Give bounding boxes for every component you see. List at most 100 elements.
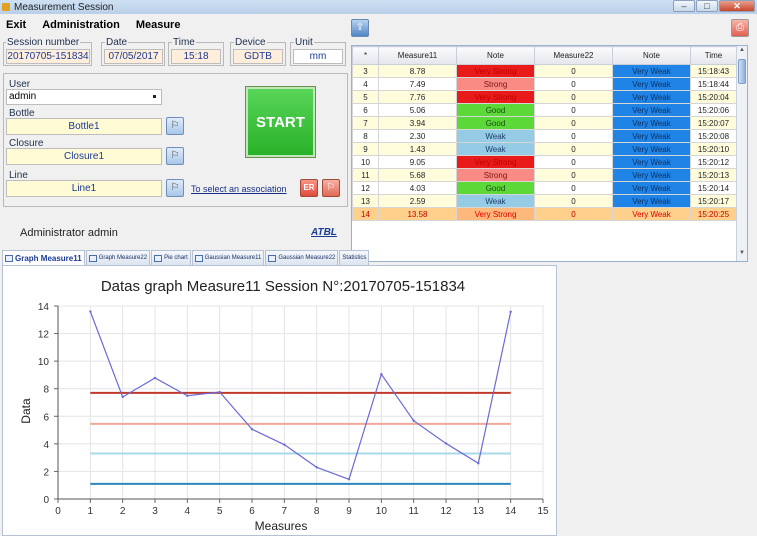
tab-statistics[interactable]: Statistics (339, 250, 370, 265)
table-row[interactable]: 10 9.05 Very Strong 0 Very Weak 15:20:12 (352, 155, 737, 169)
table-scrollbar[interactable]: ▲ ▼ (736, 46, 747, 261)
data-point (347, 478, 351, 481)
header-index[interactable]: * (352, 46, 379, 65)
menu-exit[interactable]: Exit (6, 19, 26, 31)
x-tick-label: 9 (346, 506, 352, 517)
closure-select-button[interactable]: ⚐ (166, 147, 184, 165)
table-row[interactable]: 8 2.30 Weak 0 Very Weak 15:20:08 (352, 129, 737, 143)
graph-tabs: Graph Measure11 Graph Measure22 Pie char… (2, 250, 370, 266)
unit-label: Unit (294, 37, 314, 48)
table-row[interactable]: 3 8.78 Very Strong 0 Very Weak 15:18:43 (352, 64, 737, 78)
y-axis-label: Data (19, 398, 33, 424)
chart-panel: Datas graph Measure11 Session N°:2017070… (2, 265, 557, 536)
measure22-cell: 0 (534, 142, 613, 156)
row-index-cell: 3 (352, 64, 379, 78)
chart-title: Datas graph Measure11 Session N°:2017070… (101, 278, 465, 295)
table-row[interactable]: 5 7.76 Very Strong 0 Very Weak 15:20:04 (352, 90, 737, 104)
measure22-cell: 0 (534, 116, 613, 130)
measure11-cell: 5.68 (378, 168, 457, 182)
tab-gaussian-measure11[interactable]: Gaussian Measure11 (191, 250, 265, 265)
date-field: 07/05/2017 (104, 49, 163, 64)
line-select-button[interactable]: ⚐ (166, 179, 184, 197)
note1-cell: Very Strong (456, 64, 535, 78)
row-index-cell: 4 (352, 77, 379, 91)
device-field: GDTB (233, 49, 283, 64)
measure22-cell: 0 (534, 64, 613, 78)
close-button[interactable]: ✕ (719, 0, 755, 12)
header-time[interactable]: Time (690, 46, 737, 65)
table-row[interactable]: 7 3.94 Good 0 Very Weak 15:20:07 (352, 116, 737, 130)
bottle-field[interactable]: Bottle1 (6, 118, 162, 135)
note2-cell: Very Weak (612, 116, 691, 130)
time-cell: 15:18:43 (690, 64, 737, 78)
x-tick-label: 3 (152, 506, 158, 517)
note1-cell: Weak (456, 142, 535, 156)
graph-icon (88, 254, 97, 262)
start-button[interactable]: START (245, 86, 316, 158)
menu-bar: Exit Administration Measure (0, 14, 757, 36)
menu-administration[interactable]: Administration (42, 19, 120, 31)
header-measure22[interactable]: Measure22 (534, 46, 613, 65)
measure22-cell: 0 (534, 103, 613, 117)
tab-graph-measure22[interactable]: Graph Measure22 (85, 250, 151, 265)
window-controls: – □ ✕ (673, 0, 755, 12)
export-button[interactable]: ⇪ (351, 19, 369, 37)
device-label: Device (234, 37, 267, 48)
tab-pie-chart[interactable]: Pie chart (151, 250, 191, 265)
time-cell: 15:20:07 (690, 116, 737, 130)
measure22-cell: 0 (534, 155, 613, 169)
line-field[interactable]: Line1 (6, 180, 162, 197)
table-row[interactable]: 11 5.68 Strong 0 Very Weak 15:20:13 (352, 168, 737, 182)
time-cell: 15:20:06 (690, 103, 737, 117)
er-button[interactable]: ER (300, 179, 318, 197)
app-icon (2, 3, 10, 11)
print-icon[interactable]: ⎙ (731, 19, 749, 37)
tab-gaussian-measure22[interactable]: Gaussian Measure22 (265, 250, 339, 265)
table-row[interactable]: 13 2.59 Weak 0 Very Weak 15:20:17 (352, 194, 737, 208)
table-header: * Measure11 Note Measure22 Note Time (352, 46, 737, 65)
y-tick-label: 0 (43, 495, 49, 506)
x-axis-label: Measures (255, 519, 308, 533)
tab-label: Gaussian Measure22 (278, 255, 336, 261)
x-tick-label: 14 (505, 506, 517, 517)
table-row[interactable]: 4 7.49 Strong 0 Very Weak 15:18:44 (352, 77, 737, 91)
closure-field[interactable]: Closure1 (6, 148, 162, 165)
note2-cell: Very Weak (612, 194, 691, 208)
table-row[interactable]: 14 13.58 Very Strong 0 Very Weak 15:20:25 (352, 207, 737, 221)
data-point (250, 428, 254, 431)
user-select[interactable]: admin (6, 89, 162, 105)
time-cell: 15:20:17 (690, 194, 737, 208)
data-point (283, 443, 286, 446)
bottle-select-button[interactable]: ⚐ (166, 117, 184, 135)
header-note2[interactable]: Note (612, 46, 691, 65)
row-index-cell: 9 (352, 142, 379, 156)
tab-graph-measure11[interactable]: Graph Measure11 (2, 250, 85, 266)
x-tick-label: 2 (120, 506, 126, 517)
header-note1[interactable]: Note (456, 46, 535, 65)
note1-cell: Good (456, 103, 535, 117)
table-row[interactable]: 12 4.03 Good 0 Very Weak 15:20:14 (352, 181, 737, 195)
table-row[interactable]: 9 1.43 Weak 0 Very Weak 15:20:10 (352, 142, 737, 156)
header-measure11[interactable]: Measure11 (378, 46, 457, 65)
measurement-table[interactable]: * Measure11 Note Measure22 Note Time 3 8.… (351, 45, 748, 262)
client-area: Exit Administration Measure ⇪ ⎙ Session … (0, 14, 757, 536)
gaussian-icon (194, 254, 203, 262)
data-point (153, 376, 157, 380)
row-index-cell: 8 (352, 129, 379, 143)
menu-measure[interactable]: Measure (136, 19, 181, 31)
select-association-link[interactable]: To select an association (191, 184, 287, 194)
scroll-up-icon[interactable]: ▲ (738, 47, 746, 57)
row-index-cell: 10 (352, 155, 379, 169)
config-button[interactable]: ⚐ (322, 179, 340, 197)
measure22-cell: 0 (534, 129, 613, 143)
scroll-down-icon[interactable]: ▼ (738, 250, 746, 260)
minimize-button[interactable]: – (673, 0, 695, 12)
graph-icon (5, 255, 13, 262)
x-tick-label: 4 (185, 506, 191, 517)
maximize-button[interactable]: □ (696, 0, 718, 12)
note1-cell: Weak (456, 194, 535, 208)
scroll-thumb[interactable] (738, 59, 746, 84)
table-row[interactable]: 6 5.06 Good 0 Very Weak 15:20:06 (352, 103, 737, 117)
date-label: Date (105, 37, 129, 48)
session-number-field: 20170705-151834 (6, 49, 90, 64)
